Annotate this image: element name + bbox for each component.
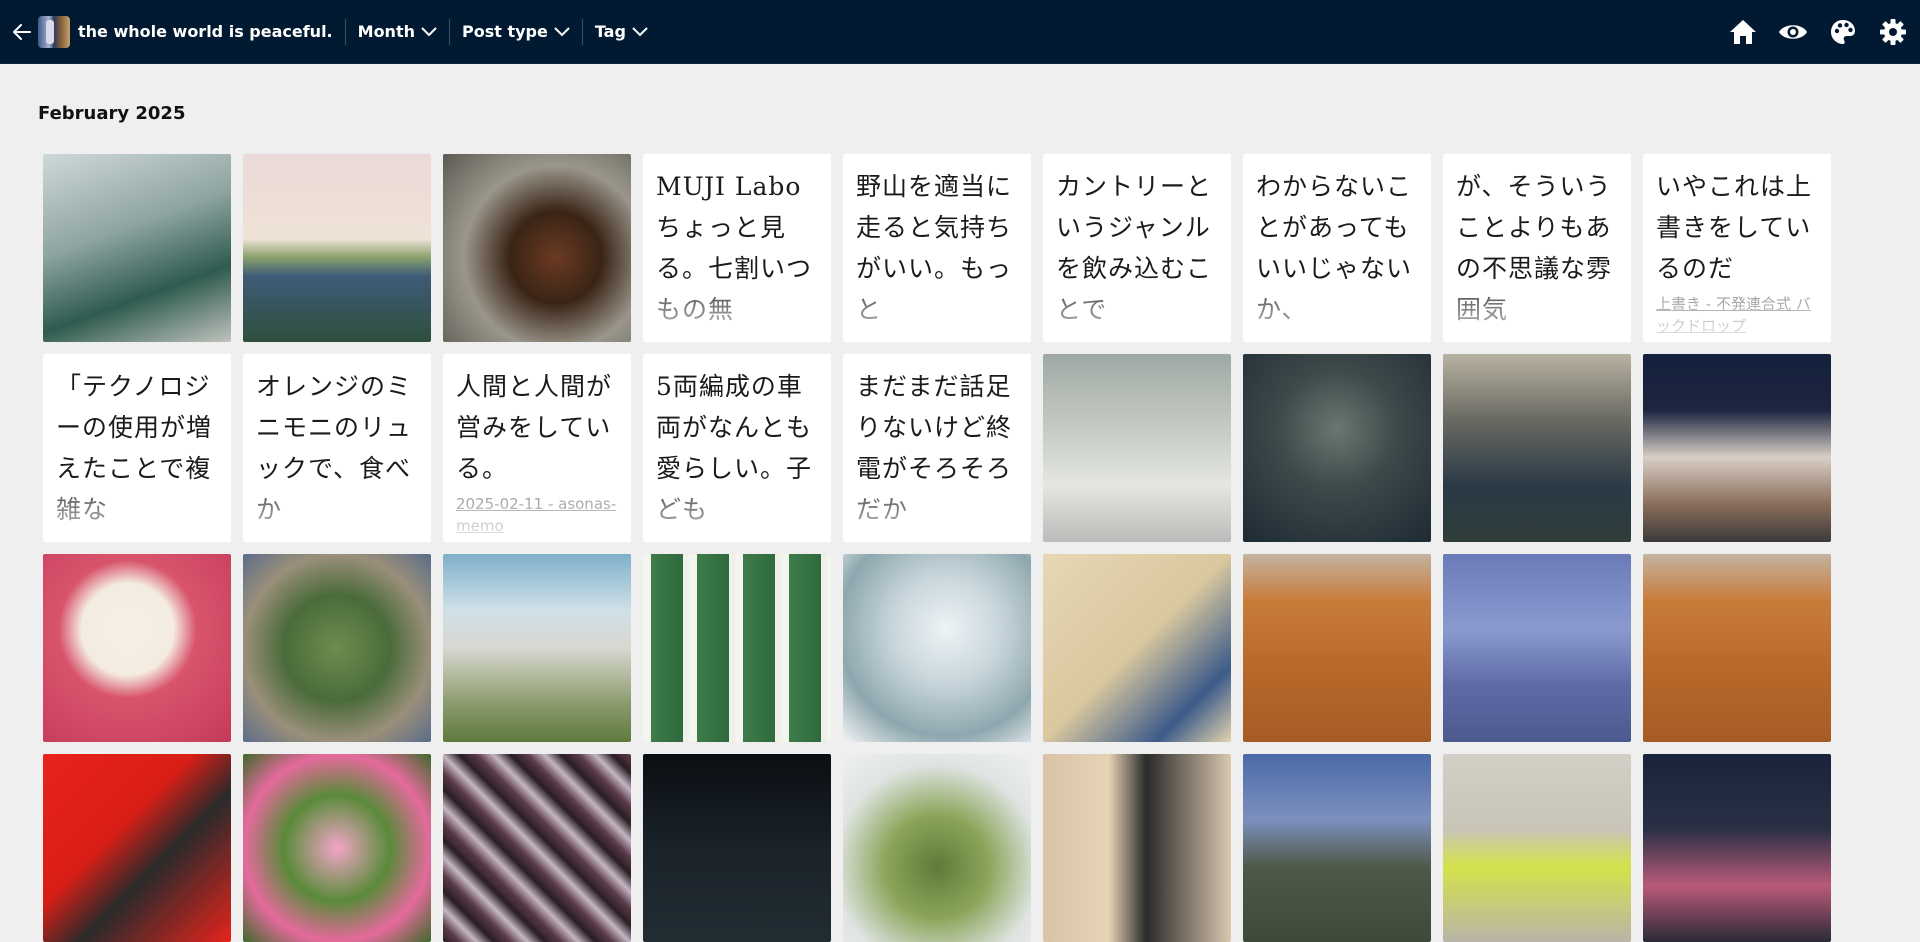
text-post-tile[interactable]: 「テクノロジーの使用が増えたことで複雑な (43, 354, 231, 542)
photo-post-tile[interactable] (1643, 354, 1831, 542)
post-excerpt: いやこれは上書きをしているのだ (1656, 172, 1813, 283)
photo-post-tile[interactable] (1643, 554, 1831, 742)
photo-post-tile[interactable] (1243, 554, 1431, 742)
chevron-down-icon (554, 26, 570, 36)
month-filter-label: Month (357, 22, 415, 41)
post-excerpt: MUJI Labo ちょっと見る。七割いつもの無 (656, 172, 813, 324)
text-post-tile[interactable]: わからないことがあってもいいじゃないか、 (1243, 154, 1431, 342)
text-post-tile[interactable]: まだまだ話足りないけど終電がそろそろだか (843, 354, 1031, 542)
month-filter[interactable]: Month (346, 22, 449, 41)
photo-post-tile[interactable] (443, 754, 631, 942)
post-excerpt: が、そういうことよりもあの不思議な雰囲気 (1456, 172, 1613, 324)
text-post-tile[interactable]: 人間と人間が営みをしている。 2025-02-11 - asonas-memo (443, 354, 631, 542)
photo-post-tile[interactable] (1043, 354, 1231, 542)
photo-post-tile[interactable] (1043, 554, 1231, 742)
chevron-down-icon (421, 26, 437, 36)
photo-post-tile[interactable] (443, 554, 631, 742)
preview-button[interactable] (1778, 17, 1808, 47)
photo-post-tile[interactable] (1443, 354, 1631, 542)
post-type-filter-label: Post type (461, 22, 548, 41)
post-type-filter[interactable]: Post type (450, 22, 582, 41)
text-post-tile[interactable]: が、そういうことよりもあの不思議な雰囲気 (1443, 154, 1631, 342)
photo-post-tile[interactable] (1243, 354, 1431, 542)
post-excerpt: オレンジのミニモニのリュックで、食べか (256, 372, 413, 524)
month-heading: February 2025 (38, 103, 186, 124)
photo-post-tile[interactable] (43, 754, 231, 942)
eye-icon (1779, 24, 1807, 39)
post-excerpt: まだまだ話足りないけど終電がそろそろだか (856, 372, 1013, 524)
photo-post-tile[interactable] (1443, 554, 1631, 742)
arrow-left-icon (13, 23, 31, 40)
post-link[interactable]: 上書き - 不発連合式 バックドロップ (1656, 293, 1819, 337)
text-post-tile[interactable]: カントリーというジャンルを飲み込むことで (1043, 154, 1231, 342)
post-link[interactable]: 2025-02-11 - asonas-memo (456, 493, 619, 537)
tag-filter-label: Tag (594, 22, 626, 41)
photo-post-tile[interactable] (243, 754, 431, 942)
post-excerpt: カントリーというジャンルを飲み込むことで (1056, 172, 1213, 324)
text-post-tile[interactable]: 5両編成の車両がなんとも愛らしい。子ども (643, 354, 831, 542)
post-excerpt: 野山を適当に走ると気持ちがいい。もっと (856, 172, 1013, 324)
chevron-down-icon (632, 26, 648, 36)
photo-post-tile[interactable] (243, 554, 431, 742)
photo-post-tile[interactable] (1443, 754, 1631, 942)
text-post-tile[interactable]: MUJI Labo ちょっと見る。七割いつもの無 (643, 154, 831, 342)
photo-post-tile[interactable] (843, 554, 1031, 742)
post-excerpt: わからないことがあってもいいじゃないか、 (1256, 172, 1413, 324)
settings-button[interactable] (1878, 17, 1908, 47)
text-post-tile[interactable]: いやこれは上書きをしているのだ上書き - 不発連合式 バックドロップ (1643, 154, 1831, 342)
gear-icon (1880, 18, 1906, 45)
photo-post-tile[interactable] (1043, 754, 1231, 942)
back-button[interactable] (12, 22, 32, 42)
photo-post-tile[interactable] (643, 754, 831, 942)
home-icon (1730, 19, 1756, 44)
top-bar: the whole world is peaceful. Month Post … (0, 0, 1920, 64)
home-button[interactable] (1728, 17, 1758, 47)
photo-post-tile[interactable] (243, 154, 431, 342)
photo-post-tile[interactable] (1243, 754, 1431, 942)
text-post-tile[interactable]: 野山を適当に走ると気持ちがいい。もっと (843, 154, 1031, 342)
photo-post-tile[interactable] (43, 154, 231, 342)
photo-post-tile[interactable] (643, 554, 831, 742)
photo-post-tile[interactable] (1643, 754, 1831, 942)
palette-icon (1831, 19, 1855, 44)
theme-button[interactable] (1828, 17, 1858, 47)
text-post-tile[interactable]: オレンジのミニモニのリュックで、食べか (243, 354, 431, 542)
tag-filter[interactable]: Tag (583, 22, 660, 41)
photo-post-tile[interactable] (43, 554, 231, 742)
post-excerpt: 5両編成の車両がなんとも愛らしい。子ども (656, 372, 813, 524)
post-excerpt: 「テクノロジーの使用が増えたことで複雑な (56, 372, 213, 524)
post-excerpt: 人間と人間が営みをしている。 (456, 372, 613, 483)
blog-avatar[interactable] (38, 15, 70, 48)
photo-post-tile[interactable] (443, 154, 631, 342)
blog-title[interactable]: the whole world is peaceful. (78, 22, 333, 41)
photo-post-tile[interactable] (843, 754, 1031, 942)
